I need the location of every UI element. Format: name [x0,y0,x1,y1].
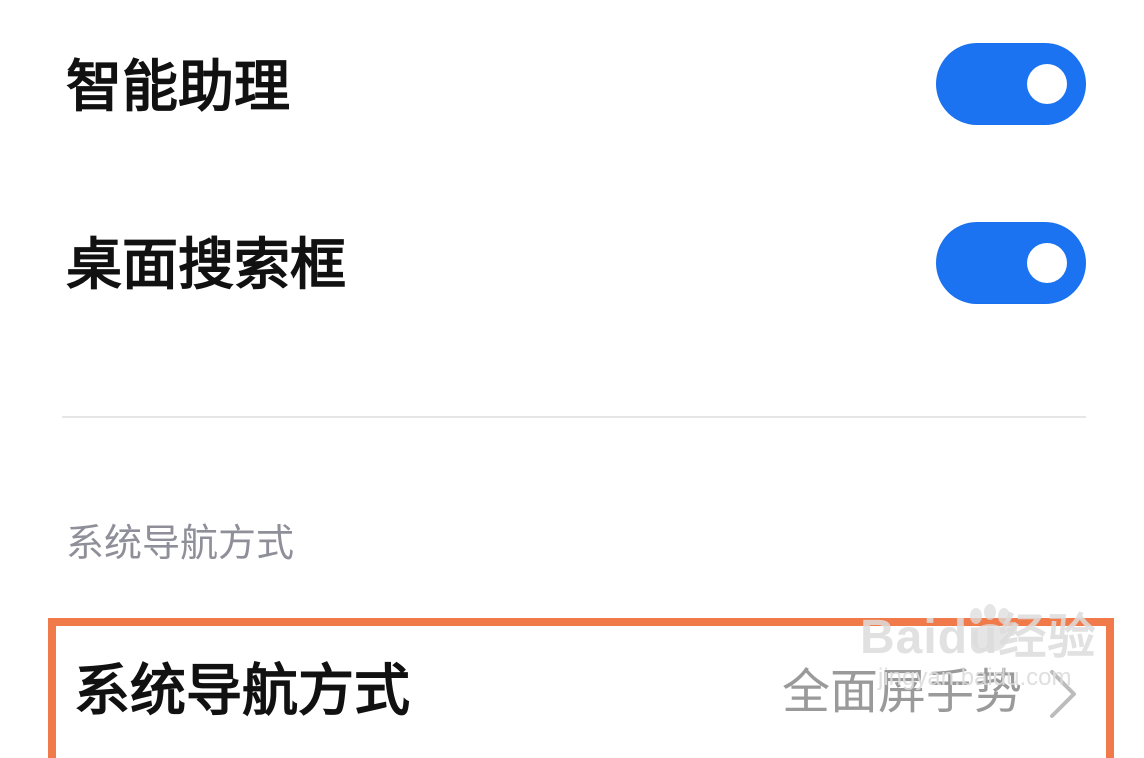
section-divider [62,416,1086,418]
toggle-knob-icon [1027,243,1067,283]
desktop-search-box-toggle[interactable] [936,222,1086,304]
setting-label-desktop-search-box: 桌面搜索框 [66,233,346,298]
chevron-right-icon [1050,670,1076,718]
system-navigation-row[interactable]: 系统导航方式 全面屏手势 [48,618,1114,758]
setting-row-smart-assistant: 智能助理 [0,0,1144,180]
section-header-system-navigation: 系统导航方式 [66,521,295,565]
toggle-knob-icon [1027,64,1067,104]
setting-row-desktop-search-box: 桌面搜索框 [0,180,1144,360]
system-navigation-label: 系统导航方式 [74,659,410,724]
system-navigation-value: 全面屏手势 [781,664,1022,720]
setting-label-smart-assistant: 智能助理 [66,55,290,120]
smart-assistant-toggle[interactable] [936,43,1086,125]
